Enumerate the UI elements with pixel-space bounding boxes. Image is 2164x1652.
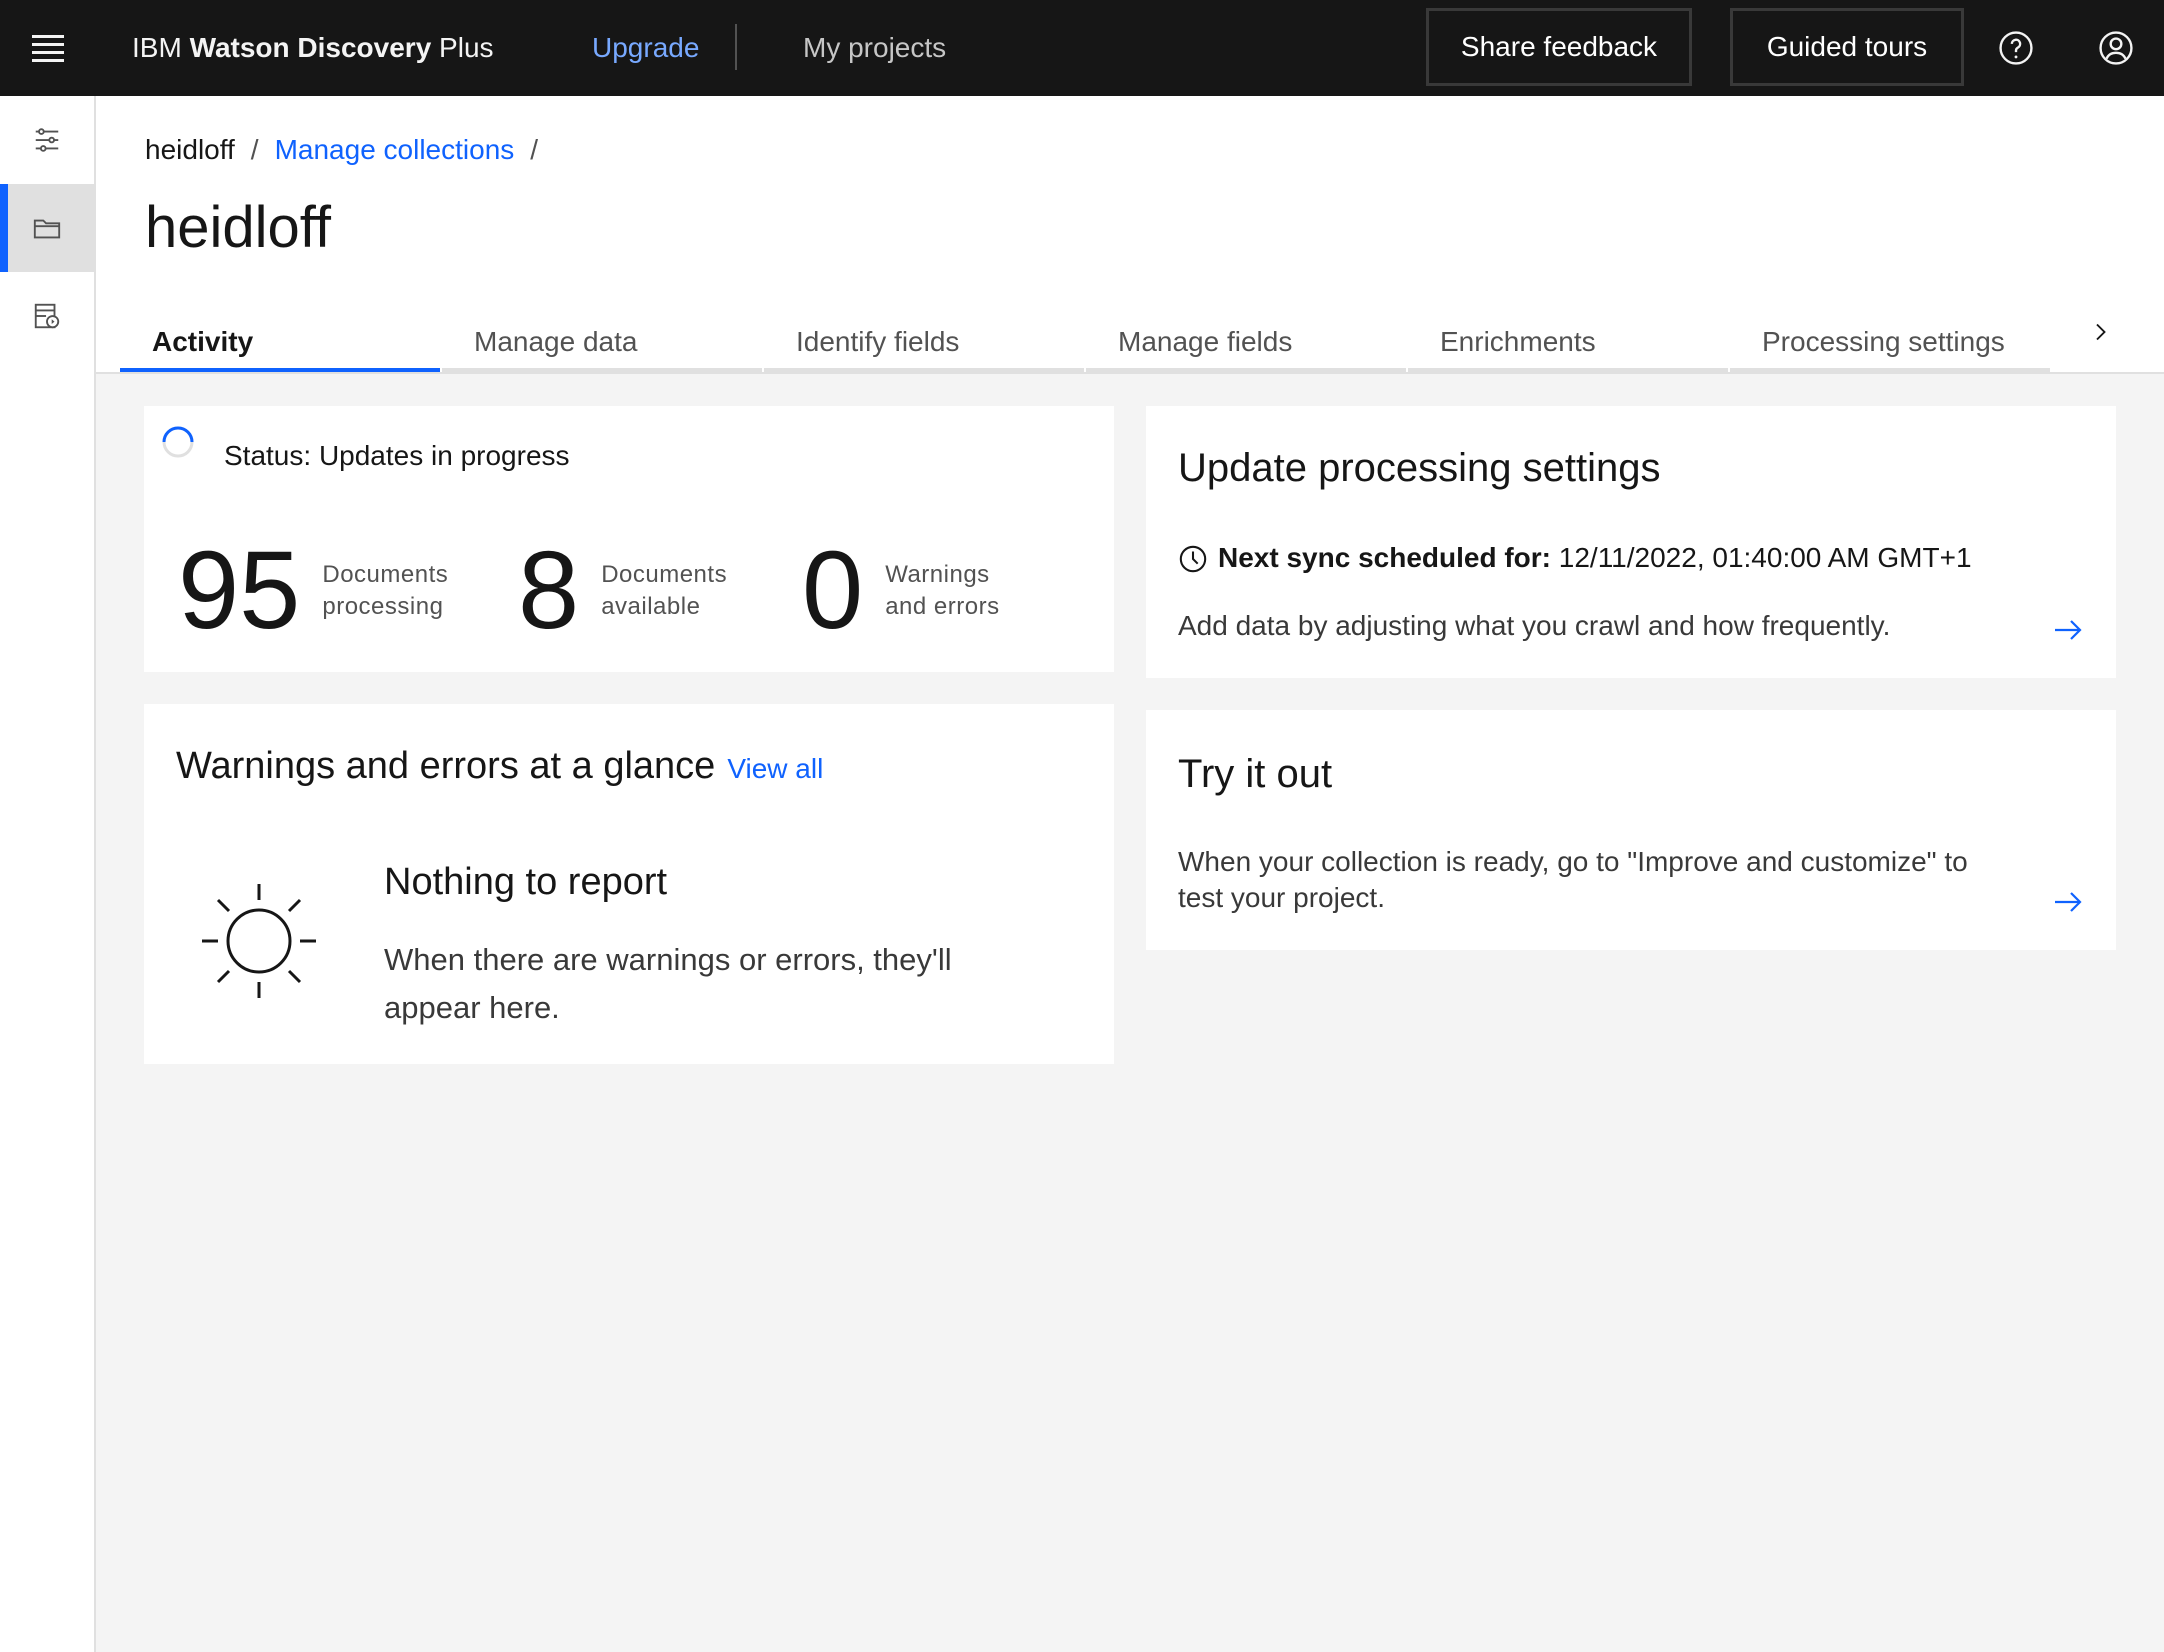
empty-state-title: Nothing to report bbox=[384, 861, 668, 903]
metric-label: Documents processing bbox=[322, 561, 449, 620]
tab-enrichments[interactable]: Enrichments bbox=[1408, 314, 1728, 372]
metric-documents-available: 8 Documents available bbox=[518, 536, 727, 646]
update-processing-tile[interactable]: Update processing settings Next sync sch… bbox=[1146, 406, 2116, 678]
chevron-right-icon[interactable] bbox=[2080, 312, 2120, 352]
data-view-icon bbox=[34, 303, 60, 329]
page-title: heidloff bbox=[145, 195, 331, 260]
metric-documents-processing: 95 Documents processing bbox=[178, 536, 448, 646]
help-icon[interactable] bbox=[1992, 24, 2040, 72]
top-header: IBM Watson Discovery Plus Upgrade My pro… bbox=[0, 0, 2164, 96]
tab-manage-fields[interactable]: Manage fields bbox=[1086, 314, 1406, 372]
side-rail bbox=[0, 96, 96, 1652]
next-sync-value: 12/11/2022, 01:40:00 AM GMT+1 bbox=[1550, 542, 1972, 573]
my-projects-link[interactable]: My projects bbox=[803, 28, 946, 68]
brand-prefix: IBM bbox=[132, 32, 190, 63]
brand-suffix: Plus bbox=[431, 32, 494, 63]
settings-adjust-icon bbox=[35, 128, 59, 152]
breadcrumb-item-project[interactable]: heidloff bbox=[145, 134, 235, 165]
metric-label: Warnings and errors bbox=[885, 561, 1000, 620]
warnings-title: Warnings and errors at a glance View all bbox=[176, 740, 823, 795]
sun-icon bbox=[202, 884, 316, 998]
tab-identify-fields[interactable]: Identify fields bbox=[764, 314, 1084, 372]
breadcrumb-separator: / bbox=[530, 134, 539, 165]
rail-item-data-view[interactable] bbox=[0, 272, 94, 360]
guided-tours-button[interactable]: Guided tours bbox=[1730, 8, 1964, 86]
folder-icon bbox=[33, 219, 61, 239]
view-all-link[interactable]: View all bbox=[727, 753, 823, 784]
arrow-right-icon[interactable] bbox=[2052, 886, 2084, 918]
breadcrumb: heidloff / Manage collections / bbox=[145, 130, 554, 170]
status-tile: Status: Updates in progress 95 Documents… bbox=[144, 406, 1114, 672]
metric-value: 8 bbox=[518, 529, 580, 652]
status-text: Status: Updates in progress bbox=[224, 440, 570, 471]
next-sync-info: Next sync scheduled for: 12/11/2022, 01:… bbox=[1218, 538, 1972, 578]
breadcrumb-separator: / bbox=[250, 134, 259, 165]
clock-icon bbox=[1179, 545, 1207, 573]
share-feedback-button[interactable]: Share feedback bbox=[1426, 8, 1692, 86]
page-header: heidloff / Manage collections / heidloff Ac… bbox=[96, 96, 2164, 374]
breadcrumb-item-manage-collections[interactable]: Manage collections bbox=[275, 134, 515, 165]
arrow-right-icon[interactable] bbox=[2052, 614, 2084, 646]
tab-processing-settings[interactable]: Processing settings bbox=[1730, 314, 2050, 372]
update-processing-description: Add data by adjusting what you crawl and… bbox=[1178, 610, 1891, 641]
try-it-out-tile[interactable]: Try it out When your collection is ready… bbox=[1146, 710, 2116, 950]
upgrade-link[interactable]: Upgrade bbox=[592, 28, 699, 68]
rail-item-collections[interactable] bbox=[0, 184, 94, 272]
try-it-out-description: When your collection is ready, go to "Im… bbox=[1178, 846, 1968, 913]
menu-icon[interactable] bbox=[24, 24, 72, 72]
warnings-title-text: Warnings and errors at a glance bbox=[176, 745, 716, 787]
brand-bold: Watson Discovery bbox=[189, 32, 432, 63]
tab-activity[interactable]: Activity bbox=[120, 314, 440, 372]
metric-label: Documents available bbox=[601, 561, 728, 620]
tab-list: Activity Manage data Identify fields Man… bbox=[120, 314, 2052, 372]
try-it-out-title: Try it out bbox=[1178, 752, 1333, 796]
metric-value: 95 bbox=[178, 529, 301, 652]
header-divider bbox=[735, 24, 737, 70]
loading-spinner-icon bbox=[162, 426, 194, 458]
update-processing-title: Update processing settings bbox=[1178, 446, 1661, 490]
warnings-tile: Warnings and errors at a glance View all … bbox=[144, 704, 1114, 1064]
tab-manage-data[interactable]: Manage data bbox=[442, 314, 762, 372]
metric-value: 0 bbox=[802, 529, 864, 652]
empty-state-body: When there are warnings or errors, they'… bbox=[384, 942, 952, 1025]
product-name[interactable]: IBM Watson Discovery Plus bbox=[132, 28, 494, 68]
rail-item-settings[interactable] bbox=[0, 96, 94, 184]
next-sync-label: Next sync scheduled for: bbox=[1218, 542, 1551, 573]
user-avatar-icon[interactable] bbox=[2092, 24, 2140, 72]
metric-warnings-errors: 0 Warnings and errors bbox=[802, 536, 1000, 646]
